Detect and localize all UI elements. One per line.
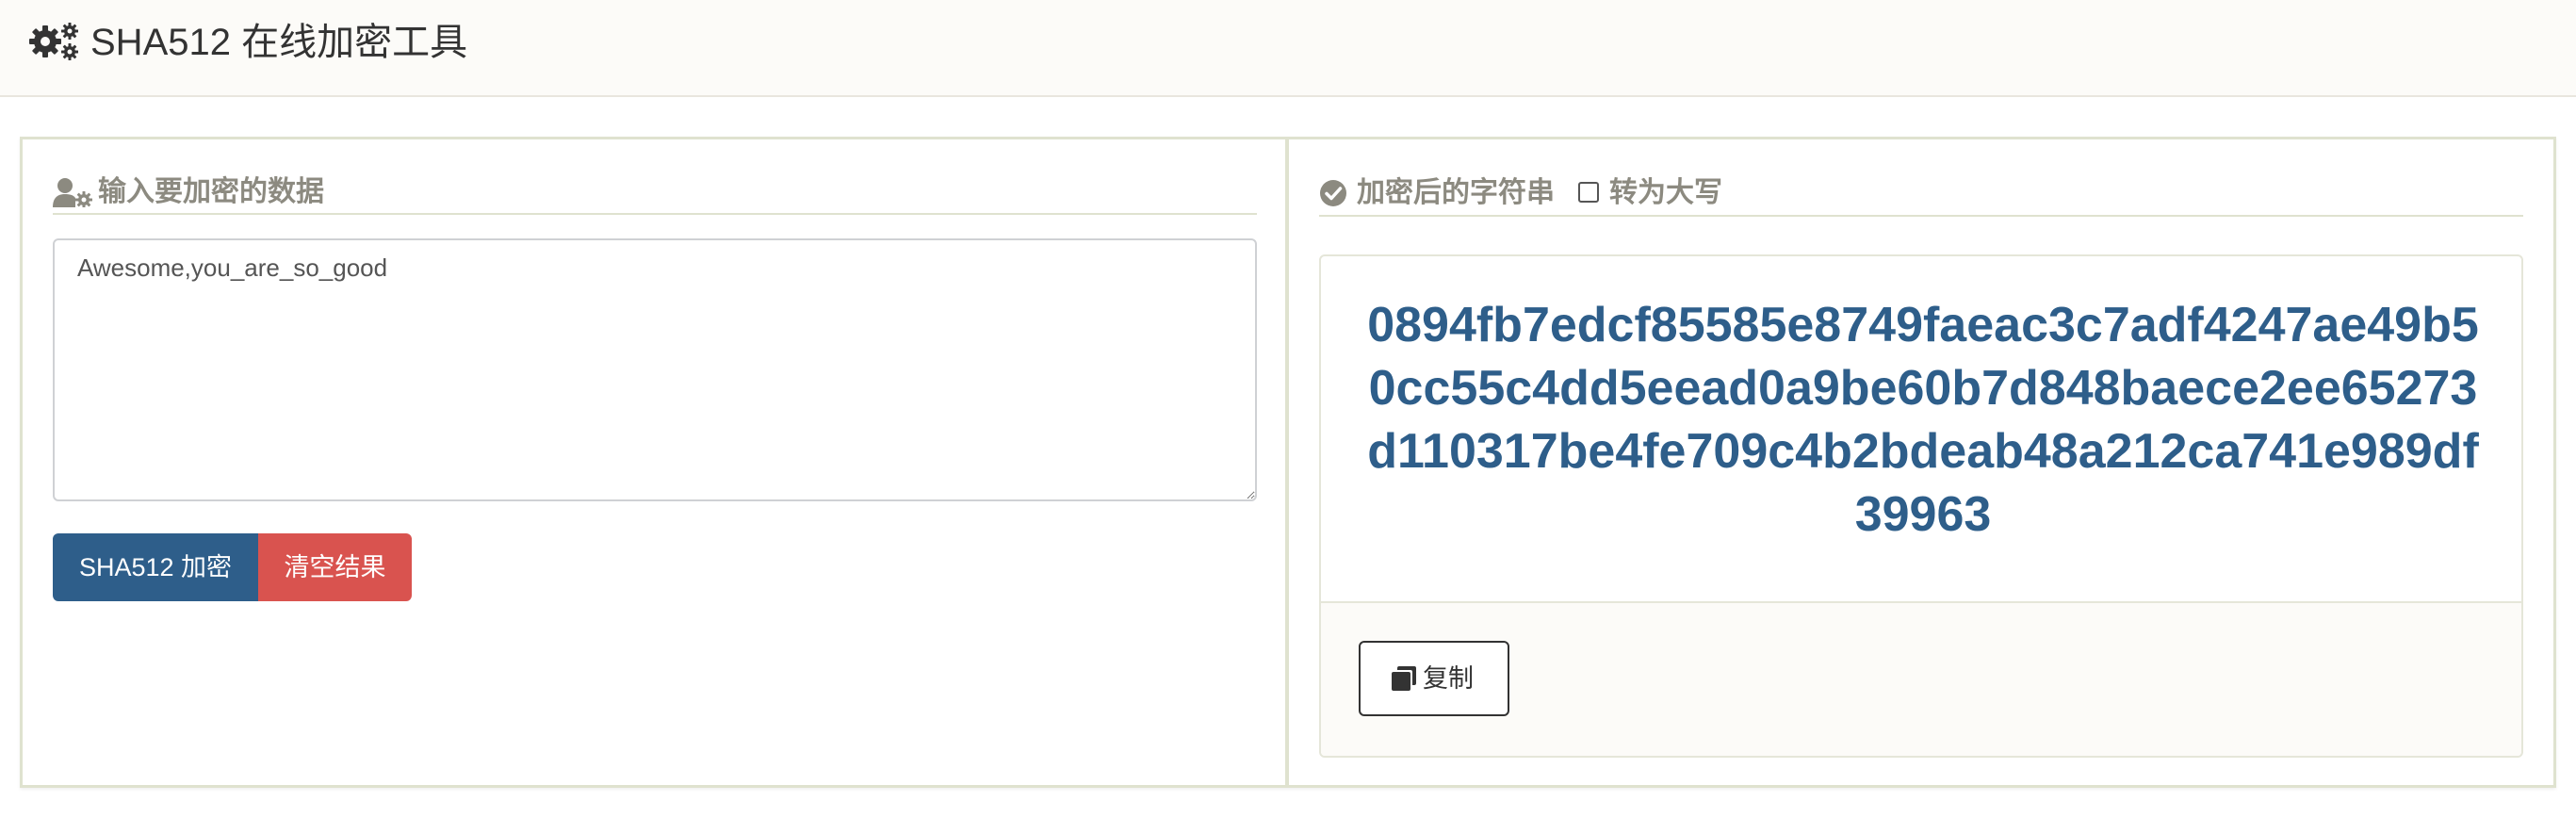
result-card: 0894fb7edcf85585e8749faeac3c7adf4247ae49… [1319,254,2523,758]
result-footer: 复制 [1321,601,2521,756]
copy-button-label: 复制 [1423,664,1474,693]
uppercase-label[interactable]: 转为大写 [1609,174,1722,212]
output-heading-label: 加密后的字符串 [1357,177,1555,208]
gears-icon [29,23,78,60]
hash-result: 0894fb7edcf85585e8749faeac3c7adf4247ae49… [1367,298,2479,542]
action-button-group: SHA512 加密 清空结果 [53,533,412,601]
column-divider [1285,137,1289,788]
top-bar: SHA512 在线加密工具 [0,0,2576,97]
input-textarea[interactable]: Awesome,you_are_so_good [53,238,1257,501]
clear-button[interactable]: 清空结果 [258,533,412,601]
user-cog-icon [53,178,92,207]
encrypt-button[interactable]: SHA512 加密 [53,533,258,601]
copy-button[interactable]: 复制 [1359,641,1509,716]
page-title: SHA512 在线加密工具 [90,22,468,63]
input-panel-heading: 输入要加密的数据 [53,173,1257,215]
check-circle-icon [1320,180,1346,206]
copy-icon [1392,666,1416,691]
output-panel-heading: 加密后的字符串 转为大写 [1319,173,2523,217]
input-heading-label: 输入要加密的数据 [98,176,324,207]
uppercase-checkbox[interactable] [1578,182,1599,203]
